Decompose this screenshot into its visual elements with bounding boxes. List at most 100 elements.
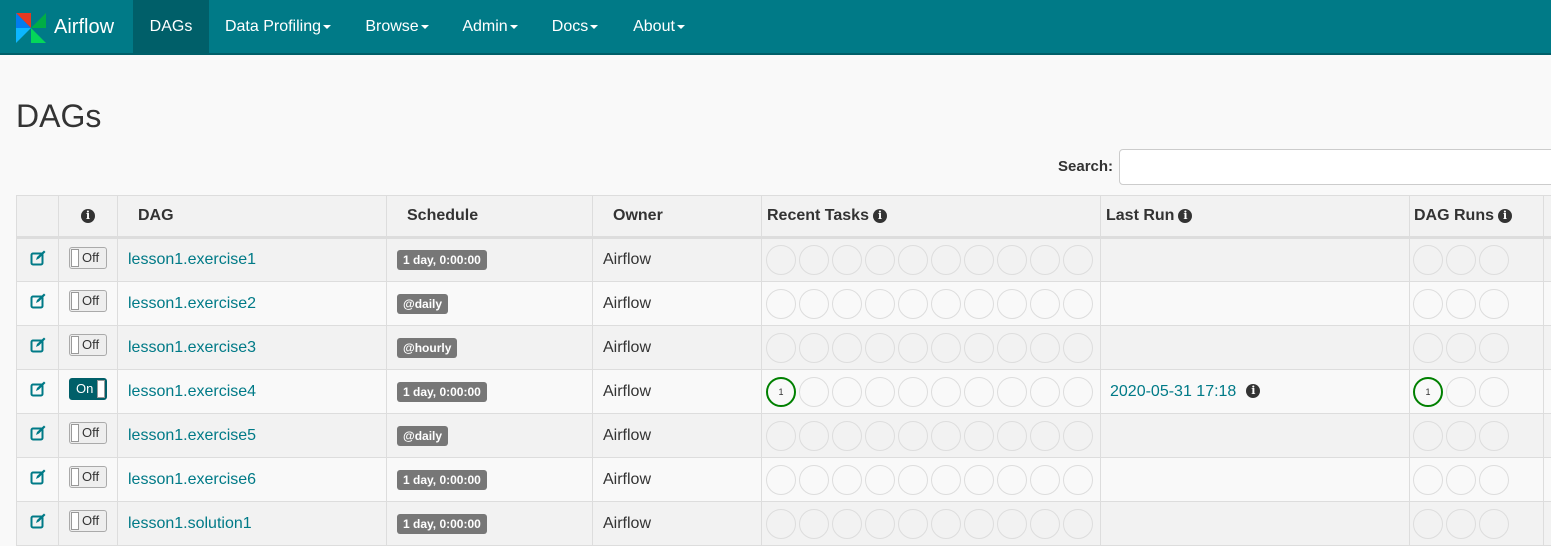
task-state-circle[interactable]	[964, 509, 994, 539]
task-state-circle[interactable]	[766, 421, 796, 451]
dag-run-circle[interactable]	[1479, 465, 1509, 495]
task-state-circle[interactable]	[997, 333, 1027, 363]
task-state-circle[interactable]	[799, 377, 829, 407]
task-state-circle[interactable]	[766, 509, 796, 539]
dag-run-circle[interactable]	[1479, 509, 1509, 539]
info-icon[interactable]: i	[1178, 209, 1192, 223]
edit-icon[interactable]	[30, 428, 46, 445]
dag-link[interactable]: lesson1.exercise1	[128, 251, 256, 268]
task-state-circle[interactable]	[832, 465, 862, 495]
task-state-circle[interactable]	[799, 509, 829, 539]
dag-link[interactable]: lesson1.exercise2	[128, 295, 256, 312]
edit-icon[interactable]	[30, 340, 46, 357]
task-state-circle[interactable]	[898, 245, 928, 275]
nav-item-data-profiling[interactable]: Data Profiling	[212, 0, 344, 55]
nav-item-admin[interactable]: Admin	[450, 0, 530, 55]
last-run-link[interactable]: 2020-05-31 17:18	[1110, 383, 1236, 400]
task-state-circle[interactable]	[997, 509, 1027, 539]
task-state-circle[interactable]	[964, 465, 994, 495]
dag-run-circle[interactable]	[1446, 465, 1476, 495]
task-state-circle[interactable]	[766, 465, 796, 495]
task-state-circle[interactable]	[799, 245, 829, 275]
task-state-circle[interactable]	[964, 421, 994, 451]
dag-run-circle[interactable]	[1479, 289, 1509, 319]
task-state-circle[interactable]	[931, 333, 961, 363]
dag-toggle[interactable]: Off	[69, 334, 107, 356]
task-state-circle[interactable]	[865, 377, 895, 407]
task-state-circle[interactable]	[865, 245, 895, 275]
task-state-circle[interactable]	[766, 245, 796, 275]
task-state-circle[interactable]	[898, 421, 928, 451]
dag-run-circle[interactable]	[1446, 377, 1476, 407]
dag-run-circle[interactable]: 1	[1413, 377, 1443, 407]
task-state-circle[interactable]	[997, 377, 1027, 407]
info-icon[interactable]: i	[1498, 209, 1512, 223]
search-input[interactable]	[1119, 149, 1551, 185]
dag-toggle[interactable]: Off	[69, 422, 107, 444]
dag-run-circle[interactable]	[1446, 289, 1476, 319]
dag-toggle[interactable]: Off	[69, 466, 107, 488]
dag-link[interactable]: lesson1.exercise3	[128, 339, 256, 356]
nav-item-dags[interactable]: DAGs	[133, 0, 209, 55]
task-state-circle[interactable]	[997, 289, 1027, 319]
dag-run-circle[interactable]	[1479, 421, 1509, 451]
dag-run-circle[interactable]	[1413, 421, 1443, 451]
nav-item-browse[interactable]: Browse	[352, 0, 442, 55]
edit-icon[interactable]	[30, 253, 46, 270]
task-state-circle[interactable]	[997, 421, 1027, 451]
edit-icon[interactable]	[30, 296, 46, 313]
dag-run-circle[interactable]	[1413, 245, 1443, 275]
task-state-circle[interactable]	[1030, 509, 1060, 539]
task-state-circle[interactable]	[1030, 377, 1060, 407]
task-state-circle[interactable]	[865, 421, 895, 451]
dag-link[interactable]: lesson1.exercise5	[128, 427, 256, 444]
brand-link[interactable]: Airflow	[12, 0, 132, 55]
task-state-circle[interactable]	[898, 509, 928, 539]
nav-item-docs[interactable]: Docs	[540, 0, 610, 55]
task-state-circle[interactable]	[832, 377, 862, 407]
task-state-circle[interactable]	[931, 421, 961, 451]
edit-icon[interactable]	[30, 472, 46, 489]
header-dag[interactable]: DAG	[118, 196, 387, 238]
dag-run-circle[interactable]	[1413, 509, 1443, 539]
task-state-circle[interactable]	[1030, 421, 1060, 451]
task-state-circle[interactable]	[898, 377, 928, 407]
task-state-circle[interactable]	[997, 245, 1027, 275]
dag-toggle[interactable]: Off	[69, 290, 107, 312]
task-state-circle[interactable]	[1063, 465, 1093, 495]
dag-link[interactable]: lesson1.exercise6	[128, 471, 256, 488]
task-state-circle[interactable]	[832, 333, 862, 363]
task-state-circle[interactable]	[865, 289, 895, 319]
task-state-circle[interactable]	[898, 333, 928, 363]
task-state-circle[interactable]: 1	[766, 377, 796, 407]
task-state-circle[interactable]	[1063, 421, 1093, 451]
info-icon[interactable]: i	[1246, 384, 1260, 398]
task-state-circle[interactable]	[865, 333, 895, 363]
task-state-circle[interactable]	[1063, 289, 1093, 319]
task-state-circle[interactable]	[832, 289, 862, 319]
dag-toggle[interactable]: On	[69, 378, 107, 400]
task-state-circle[interactable]	[931, 465, 961, 495]
edit-icon[interactable]	[30, 516, 46, 533]
nav-item-about[interactable]: About	[620, 0, 698, 55]
task-state-circle[interactable]	[964, 245, 994, 275]
task-state-circle[interactable]	[799, 465, 829, 495]
dag-run-circle[interactable]	[1413, 333, 1443, 363]
task-state-circle[interactable]	[1063, 509, 1093, 539]
task-state-circle[interactable]	[1030, 245, 1060, 275]
dag-toggle[interactable]: Off	[69, 247, 107, 269]
task-state-circle[interactable]	[799, 421, 829, 451]
dag-run-circle[interactable]	[1446, 245, 1476, 275]
dag-run-circle[interactable]	[1446, 509, 1476, 539]
task-state-circle[interactable]	[931, 509, 961, 539]
dag-run-circle[interactable]	[1446, 333, 1476, 363]
task-state-circle[interactable]	[799, 333, 829, 363]
dag-run-circle[interactable]	[1479, 333, 1509, 363]
dag-run-circle[interactable]	[1479, 245, 1509, 275]
header-owner[interactable]: Owner	[593, 196, 762, 238]
task-state-circle[interactable]	[1063, 377, 1093, 407]
dag-run-circle[interactable]	[1446, 421, 1476, 451]
task-state-circle[interactable]	[832, 421, 862, 451]
task-state-circle[interactable]	[931, 289, 961, 319]
task-state-circle[interactable]	[898, 289, 928, 319]
